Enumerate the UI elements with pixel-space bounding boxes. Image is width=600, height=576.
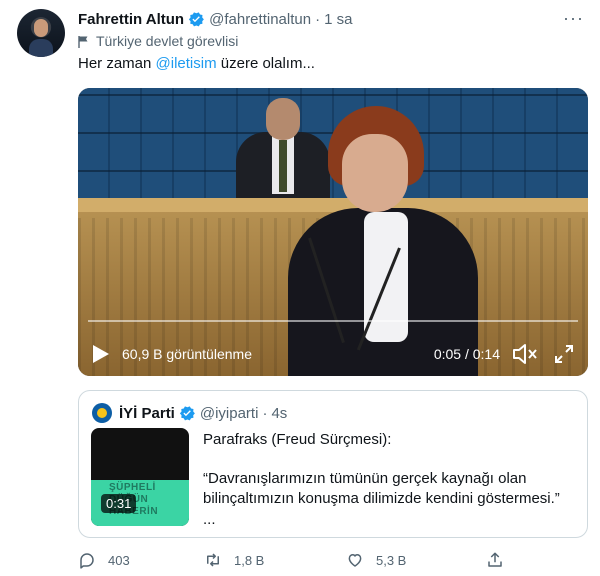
tweet-text-prefix: Her zaman (78, 55, 156, 72)
video-duration: 0:05 / 0:14 (433, 346, 500, 362)
like-count: 5,3 B (376, 552, 407, 568)
like-button[interactable]: 5,3 B (346, 548, 406, 572)
quoted-handle[interactable]: @iyiparti (200, 405, 259, 422)
quoted-video-duration: 0:31 (101, 494, 137, 513)
quoted-avatar[interactable] (92, 403, 112, 423)
quoted-separator-dot: · (262, 404, 268, 422)
retweet-icon (207, 553, 219, 567)
reply-icon (80, 553, 94, 569)
avatar-face (34, 19, 48, 37)
tweet[interactable]: Fahrettin Altun @fahrettinaltun · 1 sa ·… (0, 0, 600, 576)
avatar[interactable] (17, 9, 65, 57)
quoted-verified-badge-icon (179, 406, 195, 421)
share-icon (488, 552, 502, 567)
share-button[interactable] (486, 548, 504, 572)
video-player[interactable]: 60,9 B görüntülenme 0:05 / 0:14 (78, 88, 588, 376)
view-count: 60,9 B görüntülenme (122, 346, 252, 362)
quoted-header: İYİ Parti @iyiparti · 4s (119, 404, 287, 422)
quoted-thumbnail-text-1: ŞÜPHELİ (109, 482, 156, 493)
quoted-ellipsis: ... (203, 511, 216, 528)
handle[interactable]: @fahrettinaltun (209, 11, 311, 28)
quoted-timestamp[interactable]: 4s (271, 405, 287, 422)
verified-badge-icon (188, 12, 204, 27)
retweet-button[interactable]: 1,8 B (204, 548, 264, 572)
retweet-count: 1,8 B (234, 552, 265, 568)
like-icon (348, 554, 362, 567)
government-label: Türkiye devlet görevlisi (78, 33, 238, 49)
quoted-title: Parafraks (Freud Sürçmesi): (203, 431, 392, 448)
mention-link[interactable]: @iletisim (156, 55, 217, 72)
more-options-icon[interactable]: ··· (563, 8, 584, 29)
tweet-text-suffix: üzere olalım... (216, 55, 315, 72)
tweet-actions: 403 1,8 B 5,3 B (78, 548, 588, 572)
tweet-header: Fahrettin Altun @fahrettinaltun · 1 sa (78, 9, 352, 29)
reply-button[interactable]: 403 (78, 548, 130, 572)
quoted-body: “Davranışlarımızın tümünün gerçek kaynağ… (203, 470, 560, 507)
avatar-shirt (29, 39, 53, 57)
government-label-text: Türkiye devlet görevlisi (96, 33, 239, 49)
video-frame-speaker-face (342, 134, 408, 212)
quoted-tweet[interactable]: İYİ Parti @iyiparti · 4s ŞÜPHELİ DÜĞÜN H… (78, 390, 588, 538)
quoted-video-thumbnail[interactable]: ŞÜPHELİ DÜĞÜN HABERİN 0:31 (91, 428, 189, 526)
tweet-text: Her zaman @iletisim üzere olalım... (78, 55, 315, 72)
separator-dot: · (315, 10, 321, 28)
reply-count: 403 (108, 552, 130, 568)
volume-muted-icon[interactable] (512, 343, 538, 365)
play-icon[interactable] (92, 344, 110, 364)
video-progress-bar[interactable] (88, 320, 578, 322)
quoted-display-name[interactable]: İYİ Parti (119, 405, 175, 422)
video-controls: 60,9 B görüntülenme 0:05 / 0:14 (78, 332, 588, 376)
fullscreen-icon[interactable] (554, 344, 574, 364)
timestamp[interactable]: 1 sa (324, 11, 352, 28)
flag-icon (78, 35, 88, 48)
display-name[interactable]: Fahrettin Altun (78, 11, 184, 28)
